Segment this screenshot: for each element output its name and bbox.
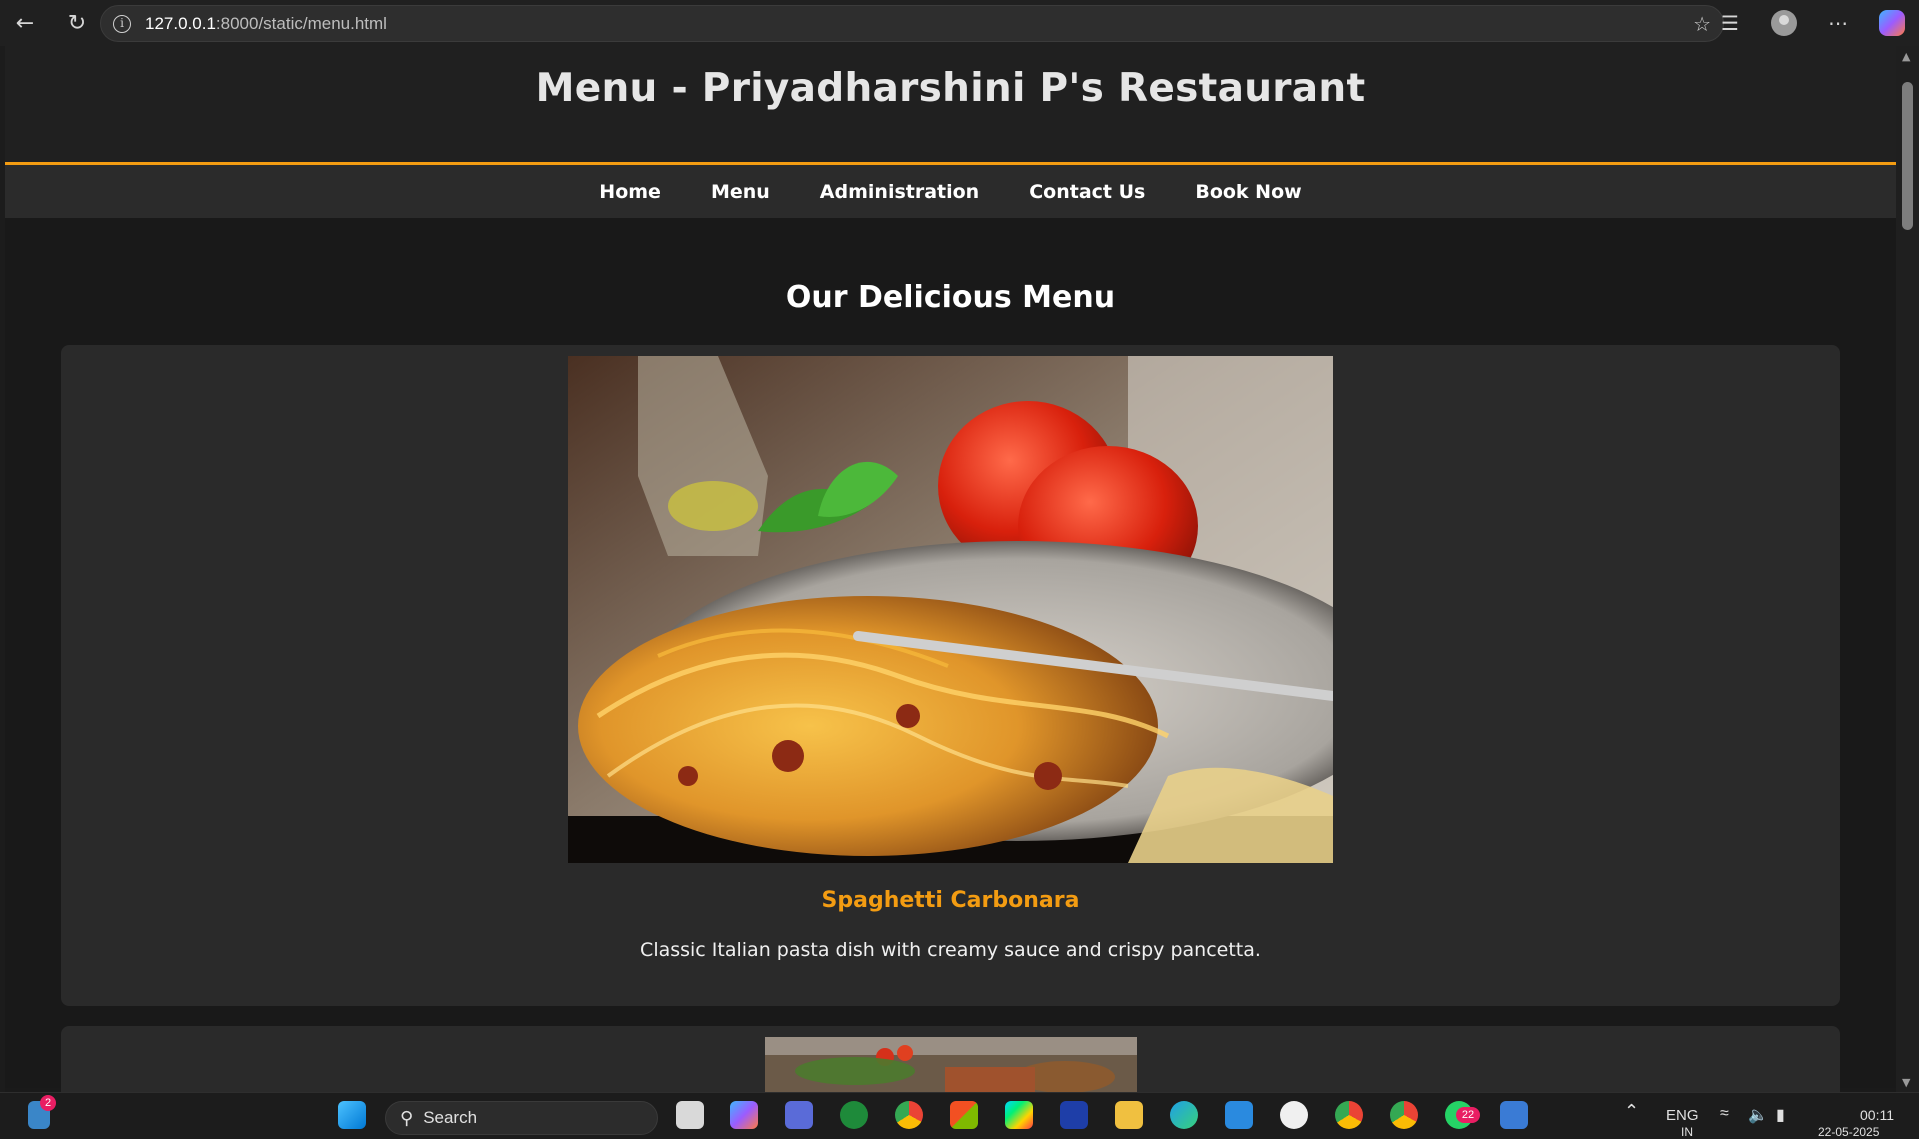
- copilot-taskbar-icon[interactable]: [730, 1101, 758, 1129]
- nav-home[interactable]: Home: [574, 181, 686, 203]
- chatgpt-icon[interactable]: [1280, 1101, 1308, 1129]
- back-icon[interactable]: ←: [8, 6, 42, 40]
- store-icon[interactable]: [950, 1101, 978, 1129]
- url-path: :8000/static/menu.html: [215, 13, 387, 33]
- spaghetti-image: [568, 356, 1333, 863]
- nav-book-now[interactable]: Book Now: [1170, 181, 1326, 203]
- search-label: Search: [423, 1108, 478, 1127]
- taskbar: 2 ⚲ Search 22 ⌃ ENG IN ≈ 🔈 ▮ 00:11 22-05…: [0, 1092, 1919, 1139]
- nav-menu[interactable]: Menu: [686, 181, 795, 203]
- menu-item-card: Spaghetti Carbonara Classic Italian past…: [61, 345, 1840, 1006]
- language-region: IN: [1681, 1125, 1693, 1139]
- page-viewport: Menu - Priyadharshini P's Restaurant Hom…: [5, 46, 1896, 1092]
- l-app-icon[interactable]: [1060, 1101, 1088, 1129]
- dish-description: Classic Italian pasta dish with creamy s…: [640, 939, 1261, 961]
- site-nav: Home Menu Administration Contact Us Book…: [5, 165, 1896, 218]
- profile-button[interactable]: [1757, 10, 1811, 36]
- browser-toolbar: ← ↻ i 127.0.0.1:8000/static/menu.html ☆ …: [0, 0, 1919, 46]
- clock-date[interactable]: 22-05-2025: [1818, 1125, 1879, 1139]
- whatsapp-badge: 22: [1456, 1107, 1480, 1123]
- chrome-icon[interactable]: [895, 1101, 923, 1129]
- scroll-up-icon[interactable]: ▲: [1902, 50, 1910, 63]
- dish-image: [765, 1037, 1137, 1092]
- nav-administration[interactable]: Administration: [795, 181, 1004, 203]
- url-host: 127.0.0.1: [145, 13, 216, 33]
- dish-name: Spaghetti Carbonara: [821, 888, 1080, 913]
- scrollbar-thumb[interactable]: [1902, 82, 1913, 230]
- file-explorer-icon[interactable]: [1115, 1101, 1143, 1129]
- copilot-icon: [1879, 10, 1905, 36]
- battery-icon[interactable]: ▮: [1776, 1105, 1785, 1125]
- chrome-profile-icon[interactable]: [1335, 1101, 1363, 1129]
- volume-icon[interactable]: 🔈: [1748, 1105, 1768, 1125]
- favorites-icon[interactable]: ☰: [1703, 11, 1757, 35]
- site-info-icon[interactable]: i: [113, 14, 131, 33]
- taskbar-search[interactable]: ⚲ Search: [385, 1101, 658, 1135]
- proton-icon[interactable]: [785, 1101, 813, 1129]
- notification-badge: 2: [40, 1095, 56, 1111]
- photos-icon[interactable]: [1500, 1101, 1528, 1129]
- tray-expand-icon[interactable]: ⌃: [1624, 1101, 1639, 1122]
- vscode-icon[interactable]: [1225, 1101, 1253, 1129]
- chrome-profile2-icon[interactable]: [1390, 1101, 1418, 1129]
- clock-time[interactable]: 00:11: [1860, 1107, 1894, 1123]
- language-indicator[interactable]: ENG: [1666, 1107, 1699, 1124]
- page-scrollbar[interactable]: ▲ ▼: [1896, 46, 1919, 1092]
- wifi-icon[interactable]: ≈: [1720, 1105, 1729, 1123]
- task-view-icon[interactable]: [676, 1101, 704, 1129]
- address-bar[interactable]: i 127.0.0.1:8000/static/menu.html ☆: [100, 5, 1724, 42]
- menu-item-card: [61, 1026, 1840, 1092]
- reload-icon[interactable]: ↻: [60, 6, 94, 40]
- search-icon: ⚲: [400, 1107, 414, 1129]
- site-header: Menu - Priyadharshini P's Restaurant: [5, 46, 1896, 165]
- url-text[interactable]: 127.0.0.1:8000/static/menu.html: [145, 14, 387, 34]
- main-content: Our Delicious Menu Spaghetti Carbonara C…: [5, 218, 1896, 1092]
- windows-start-icon[interactable]: [338, 1101, 366, 1129]
- refresh-app-icon[interactable]: [840, 1101, 868, 1129]
- profile-avatar-icon: [1771, 10, 1797, 36]
- copilot-button[interactable]: [1865, 10, 1919, 36]
- nav-contact-us[interactable]: Contact Us: [1004, 181, 1170, 203]
- scroll-down-icon[interactable]: ▼: [1902, 1076, 1910, 1089]
- play-store-icon[interactable]: [1005, 1101, 1033, 1129]
- site-title: Menu - Priyadharshini P's Restaurant: [535, 66, 1366, 111]
- section-title: Our Delicious Menu: [785, 280, 1116, 315]
- more-options-icon[interactable]: ⋯: [1811, 11, 1865, 35]
- edge-icon[interactable]: [1170, 1101, 1198, 1129]
